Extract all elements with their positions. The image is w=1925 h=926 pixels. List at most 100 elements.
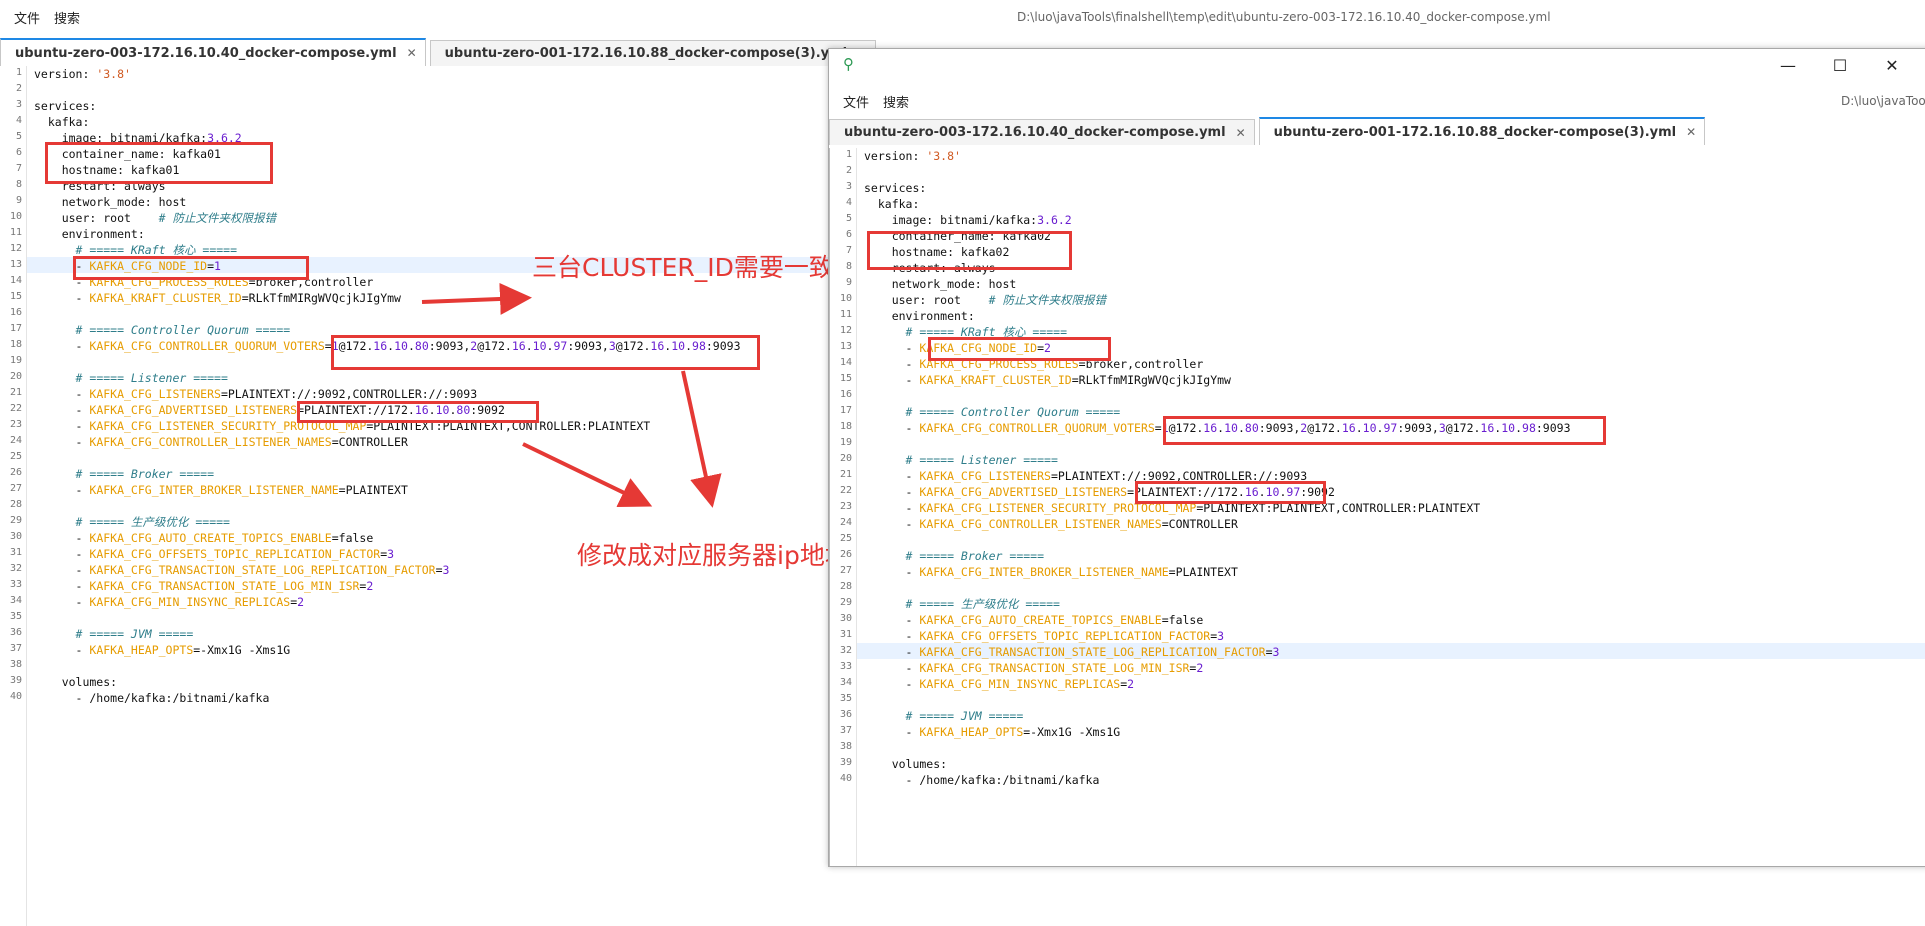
tab-ubuntu-zero-001[interactable]: ubuntu-zero-001-172.16.10.88_docker-comp… (429, 40, 877, 66)
line-number: 14 (839, 357, 852, 368)
code-line: # ===== Controller Quorum ===== (905, 405, 1121, 419)
line-number: 7 (15, 163, 22, 174)
line-number: 12 (839, 325, 852, 336)
line-number-gutter: 1 2 3 4 5 6 7 8 9 10 11 12 13 14 15 16 17 18 19 20 21 22 23 24 2… (0, 66, 27, 926)
line-number: 26 (839, 549, 852, 560)
highlight-box-advertised-listeners (1135, 481, 1326, 504)
line-number: 36 (9, 627, 22, 638)
code-line: services: (34, 99, 97, 113)
line-number: 31 (9, 547, 22, 558)
window-title-path: D:\luo\javaToo (1841, 94, 1925, 108)
line-number: 25 (839, 533, 852, 544)
tab-ubuntu-zero-003[interactable]: ubuntu-zero-003-172.16.10.40_docker-comp… (0, 38, 426, 66)
code-line: - KAFKA_CFG_LISTENERS=PLAINTEXT://:9092,… (34, 387, 478, 401)
close-window-button[interactable]: ✕ (1869, 49, 1915, 81)
menu-file[interactable]: 文件 (14, 8, 40, 27)
line-number: 28 (9, 499, 22, 510)
code-line: services: (864, 181, 927, 195)
code-line: - KAFKA_CFG_CONTROLLER_LISTENER_NAMES=CO… (864, 517, 1238, 531)
line-number: 10 (839, 293, 852, 304)
code-line: - KAFKA_CFG_OFFSETS_TOPIC_REPLICATION_FA… (34, 547, 395, 561)
code-line: user: root # 防止文件夹权限报错 (864, 293, 1106, 307)
line-number: 27 (9, 483, 22, 494)
code-line: - KAFKA_KRAFT_CLUSTER_ID=RLkTfmMIRgWVQcj… (864, 373, 1231, 387)
line-number: 20 (9, 371, 22, 382)
minimize-button[interactable]: — (1765, 49, 1811, 81)
line-number: 4 (845, 197, 852, 208)
code-line: environment: (34, 227, 145, 241)
menu-search[interactable]: 搜索 (54, 8, 80, 27)
line-number: 20 (839, 453, 852, 464)
line-number-gutter: 1 2 3 4 5 6 7 8 9 10 11 12 13 14 15 16 17 18 19 20 21 22 23 24 2… (830, 148, 857, 866)
line-number: 38 (839, 741, 852, 752)
code-line: - KAFKA_CFG_OFFSETS_TOPIC_REPLICATION_FA… (864, 629, 1225, 643)
code-line: - KAFKA_HEAP_OPTS=-Xmx1G -Xms1G (34, 643, 291, 657)
close-icon[interactable]: ✕ (407, 46, 417, 60)
line-number: 10 (9, 211, 22, 222)
line-number: 29 (9, 515, 22, 526)
tab-ubuntu-zero-001[interactable]: ubuntu-zero-001-172.16.10.88_docker-comp… (1258, 117, 1706, 145)
line-number: 3 (845, 181, 852, 192)
line-number: 38 (9, 659, 22, 670)
line-number: 24 (9, 435, 22, 446)
code-line: - /home/kafka:/bitnami/kafka (864, 773, 1100, 787)
tab-ubuntu-zero-003[interactable]: ubuntu-zero-003-172.16.10.40_docker-comp… (829, 119, 1255, 145)
code-line: user: root # 防止文件夹权限报错 (34, 211, 276, 225)
line-number: 19 (839, 437, 852, 448)
line-number: 24 (839, 517, 852, 528)
line-number: 30 (9, 531, 22, 542)
line-number: 18 (9, 339, 22, 350)
highlight-box-quorum-voters (1163, 416, 1606, 445)
line-number: 32 (839, 645, 852, 656)
tab-label: ubuntu-zero-003-172.16.10.40_docker-comp… (844, 125, 1226, 140)
line-number: 8 (845, 261, 852, 272)
line-number: 35 (839, 693, 852, 704)
cluster-id-annotation: 三台CLUSTER_ID需要一致 (532, 253, 834, 282)
line-number: 11 (9, 227, 22, 238)
ip-annotation: 修改成对应服务器ip地址 (577, 541, 850, 570)
highlight-box-advertised-listeners (297, 401, 539, 423)
code-line: # ===== Broker ===== (75, 467, 215, 481)
code-line: version: '3.8' (864, 149, 961, 163)
line-number: 23 (839, 501, 852, 512)
window-title-path: D:\luo\javaTools\finalshell\temp\edit\ub… (1017, 10, 1551, 24)
code-line: network_mode: host (34, 195, 187, 209)
code-line: volumes: (34, 675, 118, 689)
line-number: 27 (839, 565, 852, 576)
second-menubar: 文件 搜索 (829, 86, 909, 116)
code-line: version: '3.8' (34, 67, 131, 81)
highlight-box-container-hostname (867, 231, 1072, 270)
line-number: 12 (9, 243, 22, 254)
code-line: # ===== Controller Quorum ===== (75, 323, 291, 337)
line-number: 31 (839, 629, 852, 640)
code-line: # ===== JVM ===== (905, 709, 1024, 723)
code-line: kafka: (864, 197, 920, 211)
maximize-button[interactable]: ☐ (1817, 49, 1863, 81)
pin-icon[interactable]: ⚲ (843, 55, 854, 73)
line-number: 39 (839, 757, 852, 768)
code-line: # ===== 生产级优化 ===== (75, 515, 230, 529)
menu-file[interactable]: 文件 (843, 92, 869, 111)
line-number: 39 (9, 675, 22, 686)
line-number: 34 (9, 595, 22, 606)
code-line: kafka: (34, 115, 90, 129)
close-icon[interactable]: ✕ (1236, 126, 1246, 140)
close-icon[interactable]: ✕ (1686, 125, 1696, 139)
code-line: # ===== Broker ===== (905, 549, 1045, 563)
code-line: network_mode: host (864, 277, 1017, 291)
line-number: 37 (839, 725, 852, 736)
menu-search[interactable]: 搜索 (883, 92, 909, 111)
code-line: - KAFKA_CFG_AUTO_CREATE_TOPICS_ENABLE=fa… (864, 613, 1204, 627)
line-number: 9 (845, 277, 852, 288)
code-line: - KAFKA_CFG_AUTO_CREATE_TOPICS_ENABLE=fa… (34, 531, 374, 545)
line-number: 1 (845, 149, 852, 160)
line-number: 17 (839, 405, 852, 416)
line-number: 37 (9, 643, 22, 654)
code-line: environment: (864, 309, 975, 323)
line-number: 15 (9, 291, 22, 302)
line-number: 13 (9, 259, 22, 270)
line-number: 11 (839, 309, 852, 320)
line-number: 35 (9, 611, 22, 622)
line-number: 17 (9, 323, 22, 334)
line-number: 1 (15, 67, 22, 78)
